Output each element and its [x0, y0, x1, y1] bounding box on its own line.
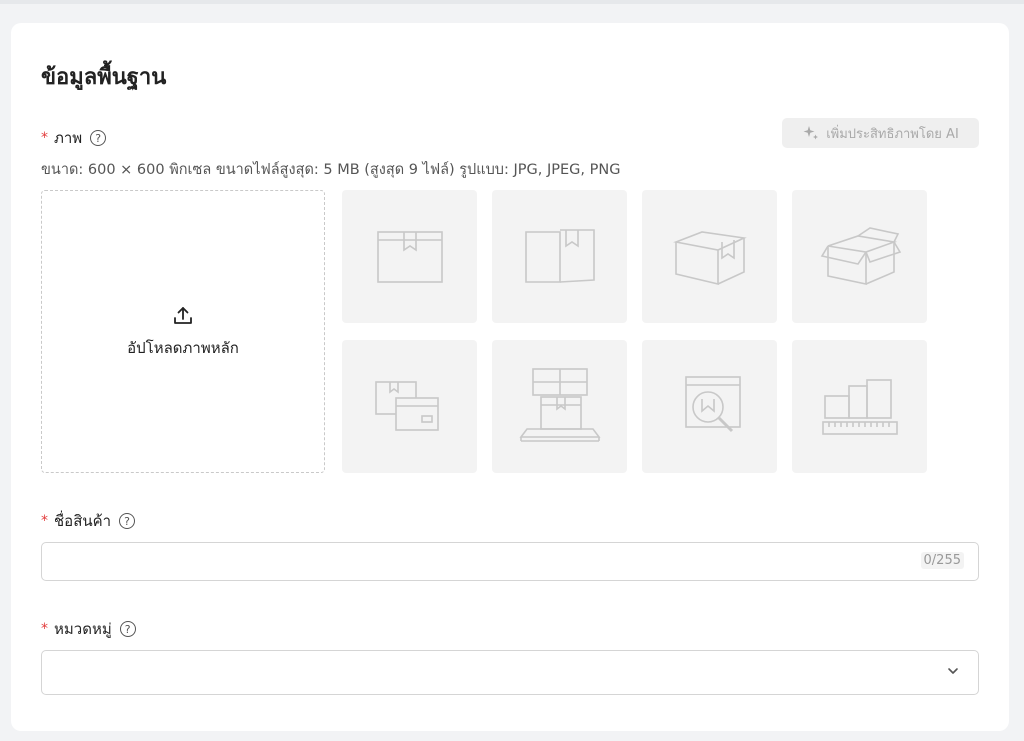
box-label-icon: [374, 380, 439, 431]
ai-optimize-button[interactable]: เพิ่มประสิทธิภาพโดย AI: [782, 118, 979, 148]
box-front-icon: [376, 230, 443, 283]
help-icon[interactable]: ?: [90, 130, 107, 146]
sparkle-icon: [803, 126, 819, 140]
top-divider: [0, 0, 1024, 4]
category-label: หมวดหมู่: [54, 620, 112, 638]
help-icon[interactable]: ?: [119, 513, 136, 529]
thumbnail-slot[interactable]: [342, 190, 477, 323]
thumbnail-slot[interactable]: [642, 190, 777, 323]
box-inspect-icon: [684, 375, 741, 432]
thumbnail-slot[interactable]: [642, 340, 777, 473]
required-mark: *: [41, 621, 48, 637]
box-angle-icon: [672, 230, 747, 285]
thumbnail-slot[interactable]: [792, 340, 927, 473]
box-open-front-icon: [524, 228, 595, 283]
upload-label: อัปโหลดภาพหลัก: [127, 338, 239, 357]
box-measure-icon: [821, 378, 898, 435]
thumbnail-slot[interactable]: [492, 340, 627, 473]
box-open-top-icon: [820, 226, 901, 285]
category-select[interactable]: [41, 650, 979, 695]
ai-optimize-label: เพิ่มประสิทธิภาพโดย AI: [826, 126, 959, 142]
image-requirements: ขนาด: 600 × 600 พิกเซล ขนาดไฟล์สูงสุด: 5…: [41, 162, 621, 178]
image-label: ภาพ: [54, 129, 83, 147]
main-image-upload[interactable]: อัปโหลดภาพหลัก: [41, 190, 325, 473]
required-mark: *: [41, 130, 48, 146]
basic-info-card: ข้อมูลพื้นฐาน * ภาพ ? เพิ่มประสิทธิภาพโด…: [11, 23, 1009, 731]
name-label-row: * ชื่อสินค้า ?: [41, 509, 136, 533]
name-label: ชื่อสินค้า: [54, 512, 112, 530]
chevron-down-icon: [948, 668, 958, 674]
box-on-stand-icon: [518, 367, 601, 442]
thumbnail-slot[interactable]: [792, 190, 927, 323]
help-icon[interactable]: ?: [119, 621, 136, 637]
char-counter: 0/255: [920, 552, 964, 569]
required-mark: *: [41, 513, 48, 529]
thumbnail-slot[interactable]: [492, 190, 627, 323]
category-label-row: * หมวดหมู่ ?: [41, 617, 136, 641]
thumbnail-slot[interactable]: [342, 340, 477, 473]
product-name-input[interactable]: 0/255: [41, 542, 979, 581]
upload-icon: [174, 306, 192, 324]
image-label-row: * ภาพ ?: [41, 126, 107, 150]
section-title: ข้อมูลพื้นฐาน: [41, 65, 167, 90]
